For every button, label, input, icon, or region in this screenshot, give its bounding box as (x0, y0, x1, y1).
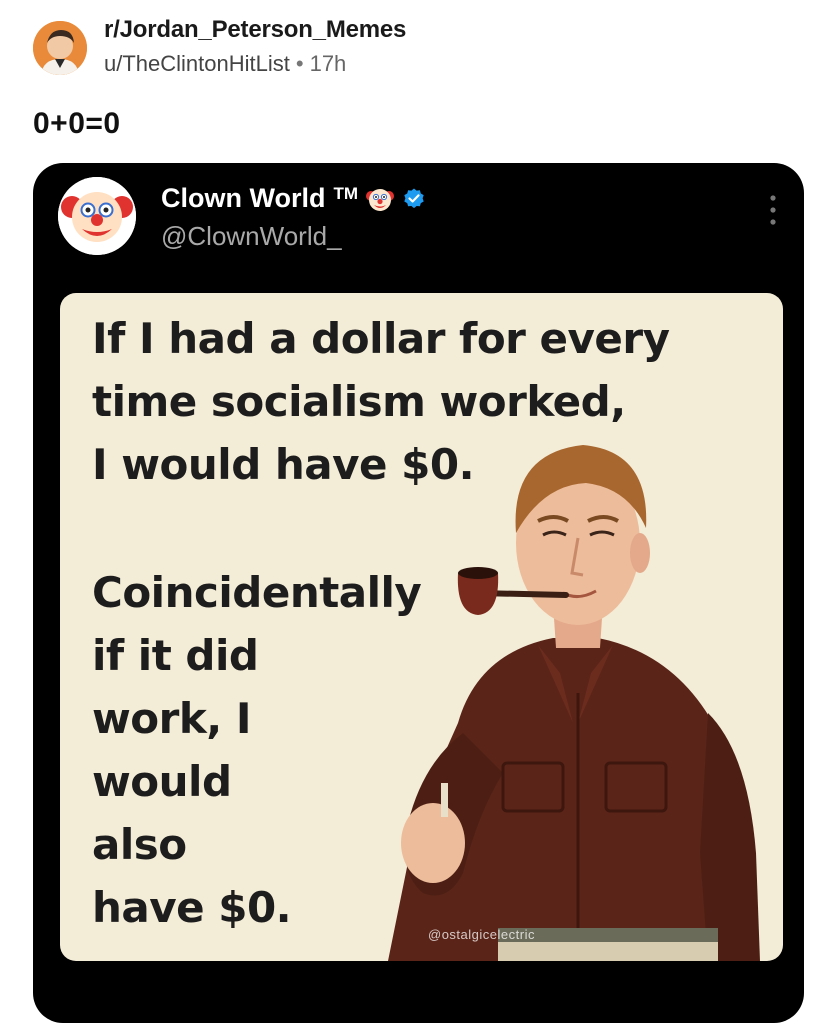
post-header: r/Jordan_Peterson_Memes u/TheClintonHitL… (33, 16, 406, 79)
trademark-symbol: TM (333, 183, 359, 203)
more-options-icon[interactable] (768, 193, 778, 227)
subreddit-avatar-portrait (33, 20, 87, 75)
post-author-line: u/TheClintonHitList • 17h (104, 49, 406, 79)
meme-image[interactable]: If I had a dollar for every time sociali… (60, 293, 783, 961)
author-username[interactable]: u/TheClintonHitList (104, 51, 290, 76)
post-meta: r/Jordan_Peterson_Memes u/TheClintonHitL… (104, 16, 406, 79)
subreddit-name[interactable]: r/Jordan_Peterson_Memes (104, 16, 406, 44)
post-title[interactable]: 0+0=0 (33, 107, 121, 141)
tweet-author-row: Clown World TM (161, 183, 426, 214)
post-age: 17h (309, 51, 347, 76)
subreddit-avatar-icon[interactable] (33, 20, 87, 75)
meme-watermark: @ostalgicelectric (428, 927, 535, 942)
clown-face-avatar-icon (58, 177, 136, 255)
meme-caption-line: If I had a dollar for every (92, 314, 670, 363)
tweet-screenshot-card[interactable]: Clown World TM @ClownWorld_ If I had a d… (33, 163, 804, 1023)
tweet-display-name[interactable]: Clown World (161, 183, 325, 214)
meme-caption-line: time socialism worked, (92, 377, 626, 426)
meta-separator: • (295, 51, 304, 76)
clown-face-drawing (58, 177, 136, 255)
man-smoking-pipe-illustration (388, 445, 760, 961)
clown-emoji-icon (366, 188, 395, 211)
verified-badge-icon (404, 188, 424, 208)
tweet-handle[interactable]: @ClownWorld_ (161, 221, 342, 252)
